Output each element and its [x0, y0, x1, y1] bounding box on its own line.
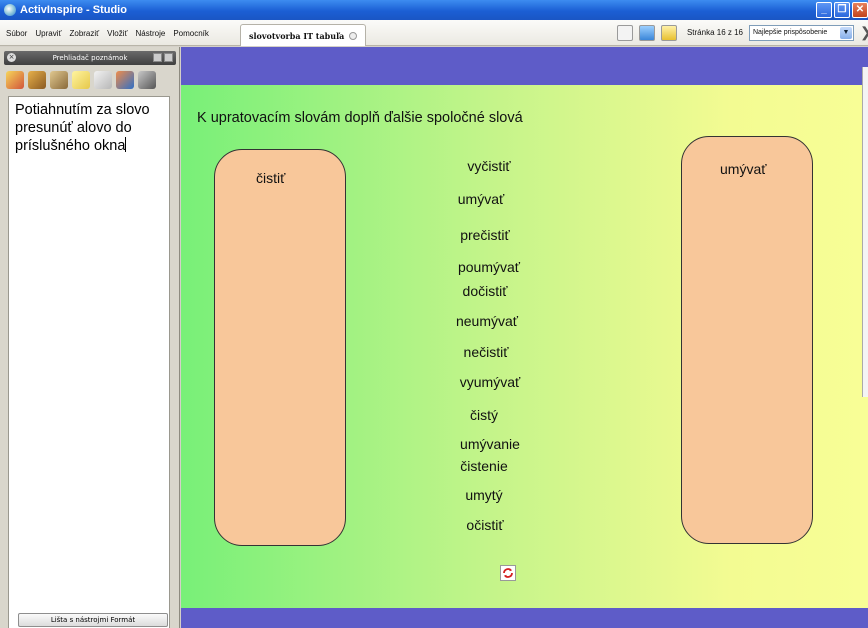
panel-title-bar: × Prehliadač poznámok: [4, 51, 176, 65]
actions-icon[interactable]: [116, 71, 134, 89]
draggable-word[interactable]: vyumývať: [460, 374, 520, 390]
canvas-bottom-band: [181, 608, 868, 628]
panel-title: Prehliadač poznámok: [52, 54, 128, 62]
window-controls: _ ❐ ✕: [816, 2, 868, 18]
notes-browser-panel: × Prehliadač poznámok Potiahnutím za slo…: [0, 47, 180, 628]
draggable-word[interactable]: dočistiť: [463, 283, 508, 299]
menu-insert[interactable]: Vložiť: [107, 29, 127, 38]
maximize-button[interactable]: ❐: [834, 2, 850, 18]
draggable-word[interactable]: prečistiť: [460, 227, 510, 243]
box-label-umyvat: umývať: [720, 161, 767, 177]
resources-icon[interactable]: [28, 71, 46, 89]
folder-icon[interactable]: [660, 24, 677, 41]
notes-icon[interactable]: [72, 71, 90, 89]
document-tab[interactable]: slovotvorba IT tabuľa: [240, 24, 367, 46]
browser-tool-icons: [6, 71, 156, 89]
menu-tools[interactable]: Nástroje: [136, 29, 166, 38]
zoom-fit-select[interactable]: Najlepšie prispôsobenie ▼: [749, 24, 854, 41]
objects-icon[interactable]: [50, 71, 68, 89]
format-toolbar-label: Lišta s nástrojmi Formát: [50, 616, 136, 624]
draggable-word[interactable]: čistý: [470, 407, 498, 423]
chevron-down-icon[interactable]: ▼: [840, 26, 852, 39]
instruction-text: K upratovacím slovám doplň ďalšie spoloč…: [197, 110, 523, 126]
menu-list: Súbor Upraviť Zobraziť Vložiť Nástroje P…: [6, 29, 209, 38]
draggable-word[interactable]: nečistiť: [464, 344, 509, 360]
menu-help[interactable]: Pomocník: [173, 29, 209, 38]
draggable-word[interactable]: umývať: [458, 191, 504, 207]
draggable-word[interactable]: očistiť: [466, 517, 503, 533]
draggable-word[interactable]: poumývať: [458, 259, 520, 275]
voting-icon[interactable]: [138, 71, 156, 89]
properties-icon[interactable]: [94, 71, 112, 89]
reset-icon[interactable]: [500, 565, 516, 581]
menu-bar: Súbor Upraviť Zobraziť Vložiť Nástroje P…: [0, 20, 868, 46]
canvas-top-band: [181, 47, 868, 85]
draggable-word[interactable]: umytý: [465, 487, 502, 503]
page-indicator: Stránka 16 z 16: [686, 28, 743, 37]
page-view-icon[interactable]: [616, 24, 633, 41]
pages-icon[interactable]: [6, 71, 24, 89]
notes-text: Potiahnutím za slovo presunúť alovo do p…: [15, 102, 150, 154]
menu-view[interactable]: Zobraziť: [69, 29, 99, 38]
notes-text-area[interactable]: Potiahnutím za slovo presunúť alovo do p…: [8, 96, 170, 628]
panel-float-icon[interactable]: [164, 53, 173, 62]
draggable-word[interactable]: neumývať: [456, 313, 518, 329]
next-page-icon[interactable]: ❯: [860, 24, 868, 41]
draggable-word[interactable]: umývanie: [460, 436, 520, 452]
flipchart-canvas[interactable]: K upratovacím slovám doplň ďalšie spoloč…: [181, 85, 868, 608]
page-controls: Stránka 16 z 16 Najlepšie prispôsobenie …: [616, 24, 868, 41]
title-bar: ActivInspire - Studio _ ❐ ✕: [0, 0, 868, 20]
box-label-cistit: čistiť: [256, 170, 286, 186]
panel-pin-icon[interactable]: [153, 53, 162, 62]
draggable-word[interactable]: čistenie: [460, 458, 507, 474]
close-button[interactable]: ✕: [852, 2, 868, 18]
drop-box-umyvat[interactable]: umývať: [681, 136, 813, 544]
document-tab-label: slovotvorba IT tabuľa: [249, 30, 345, 41]
tab-close-icon[interactable]: [349, 31, 358, 40]
panel-buttons: [153, 53, 173, 62]
zoom-fit-value: Najlepšie prispôsobenie: [753, 29, 828, 36]
menu-file[interactable]: Súbor: [6, 29, 27, 38]
snowflake-icon[interactable]: [638, 24, 655, 41]
draggable-word[interactable]: vyčistiť: [467, 158, 510, 174]
text-caret: [125, 137, 127, 152]
activinspire-logo-icon: [4, 4, 16, 16]
panel-close-icon[interactable]: ×: [7, 53, 16, 62]
minimize-button[interactable]: _: [816, 2, 832, 18]
drop-box-cistit[interactable]: čistiť: [214, 149, 346, 546]
menu-edit[interactable]: Upraviť: [35, 29, 61, 38]
format-toolbar-button[interactable]: Lišta s nástrojmi Formát: [18, 613, 168, 627]
refresh-arrows-icon: [503, 568, 513, 578]
window-title: ActivInspire - Studio: [20, 4, 127, 16]
right-scroll-edge[interactable]: [862, 67, 868, 397]
